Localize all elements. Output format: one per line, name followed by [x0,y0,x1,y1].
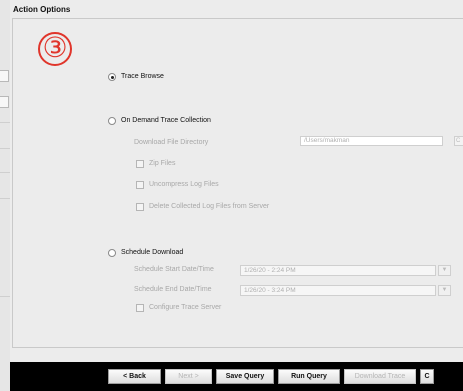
trace-browse-radio[interactable] [108,73,116,81]
group-title: Action Options [12,5,72,14]
delete-collected-label: Delete Collected Log Files from Server [149,203,270,210]
zip-files-checkbox[interactable] [136,160,144,168]
left-edge-strip [0,0,10,391]
download-trace-button[interactable]: Download Trace [344,369,416,384]
configure-trace-server-checkbox[interactable] [136,304,144,312]
chevron-down-icon[interactable]: ▼ [438,265,451,276]
left-edge-control[interactable] [0,96,9,108]
uncompress-checkbox[interactable] [136,181,144,189]
zip-files-label: Zip Files [149,160,176,167]
schedule-download-label: Schedule Download [121,249,184,256]
chevron-down-icon[interactable]: ▼ [438,285,451,296]
download-dir-label: Download File Directory [134,139,209,146]
save-query-button[interactable]: Save Query [216,369,274,384]
divider [0,296,10,297]
divider [0,172,10,173]
schedule-start-label: Schedule Start Date/Time [134,266,214,273]
action-options-group [12,18,463,348]
on-demand-radio[interactable] [108,117,116,125]
download-dir-field[interactable]: /Users/makman [300,136,443,146]
browse-button[interactable]: C [454,136,463,146]
divider [0,148,10,149]
cancel-button[interactable]: C [420,369,434,384]
configure-trace-server-label: Configure Trace Server [149,304,222,311]
back-button[interactable]: < Back [108,369,161,384]
divider [0,122,10,123]
schedule-end-label: Schedule End Date/Time [134,286,212,293]
left-edge-control[interactable] [0,70,9,82]
step-number-badge: ③ [38,32,72,66]
uncompress-label: Uncompress Log Files [149,181,219,188]
divider [0,198,10,199]
wizard-button-bar: < Back Next > Save Query Run Query Downl… [108,369,434,384]
schedule-start-field[interactable]: 1/26/20 - 2:24 PM [240,265,436,276]
trace-browse-label: Trace Browse [121,73,164,80]
schedule-end-field[interactable]: 1/26/20 - 3:24 PM [240,285,436,296]
schedule-download-radio[interactable] [108,249,116,257]
delete-collected-checkbox[interactable] [136,203,144,211]
on-demand-label: On Demand Trace Collection [121,117,211,124]
next-button[interactable]: Next > [165,369,212,384]
run-query-button[interactable]: Run Query [278,369,340,384]
